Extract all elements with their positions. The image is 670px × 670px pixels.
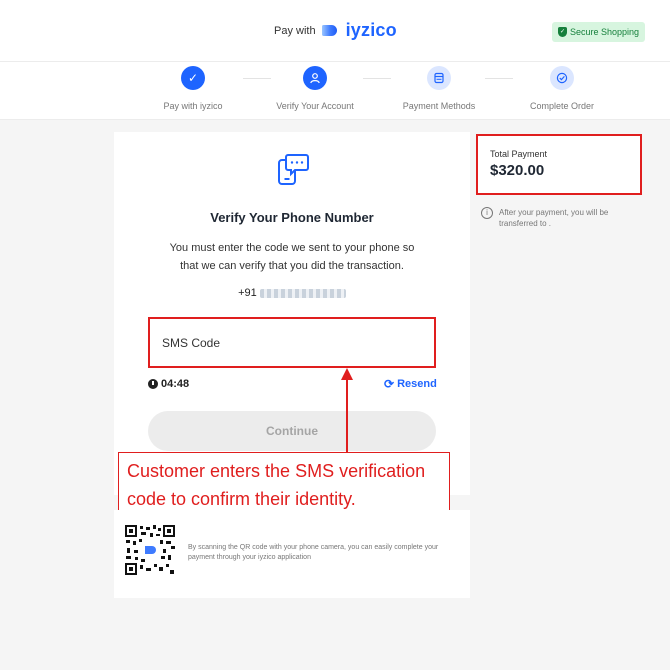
refresh-icon: ⟳	[384, 377, 395, 391]
step-label: Pay with iyzico	[163, 101, 223, 111]
qr-description: By scanning the QR code with your phone …	[188, 544, 439, 561]
step-label: Complete Order	[529, 101, 595, 111]
check-icon: ✓	[181, 66, 205, 90]
user-icon	[303, 66, 327, 90]
annotation-callout: Customer enters the SMS verification cod…	[118, 452, 450, 514]
redirect-info: i After your payment, you will be transf…	[481, 207, 641, 229]
sms-code-input[interactable]	[148, 317, 436, 368]
step-label: Verify Your Account	[276, 101, 354, 111]
annotation-arrow	[341, 368, 353, 458]
qr-card: By scanning the QR code with your phone …	[114, 510, 470, 598]
step-payment-methods: Payment Methods	[384, 66, 494, 111]
check-circle-icon	[550, 66, 574, 90]
total-payment-amount: $320.00	[490, 162, 545, 179]
info-icon: i	[481, 207, 493, 219]
secure-shopping-badge: ✓ Secure Shopping	[552, 22, 646, 42]
checkout-stepper: ✓ Pay with iyzico Verify Your Account Pa…	[0, 62, 670, 120]
clock-icon	[148, 379, 158, 389]
resend-label: Resend	[397, 378, 437, 390]
phone-number: +91	[114, 287, 470, 299]
step-verify-account: Verify Your Account	[260, 66, 370, 111]
total-payment-label: Total Payment	[490, 149, 548, 159]
qr-code	[125, 525, 175, 575]
total-payment-box: Total Payment $320.00	[476, 134, 642, 195]
brand-prefix: Pay with	[274, 24, 316, 37]
verify-title: Verify Your Phone Number	[210, 210, 374, 225]
shield-icon: ✓	[558, 27, 567, 37]
brand-logo: Pay with iyzico	[274, 20, 397, 41]
header: Pay with iyzico ✓ Secure Shopping	[0, 0, 670, 62]
iyzico-logo-icon	[321, 24, 340, 37]
phone-prefix: +91	[238, 287, 257, 299]
card-icon	[427, 66, 451, 90]
step-label: Payment Methods	[402, 101, 476, 111]
redirect-info-text: After your payment, you will be transfer…	[499, 208, 609, 228]
timer-value: 04:48	[161, 378, 190, 390]
step-pay-with-iyzico: ✓ Pay with iyzico	[138, 66, 248, 111]
masked-phone-digits	[259, 288, 346, 298]
phone-message-icon	[278, 154, 309, 185]
brand-name: iyzico	[345, 20, 397, 40]
continue-button[interactable]: Continue	[148, 411, 436, 451]
step-complete-order: Complete Order	[507, 66, 617, 111]
verify-description: You must enter the code we sent to your …	[169, 242, 415, 272]
resend-button[interactable]: ⟳ Resend	[384, 377, 437, 391]
secure-shopping-label: Secure Shopping	[570, 27, 640, 37]
countdown-timer: 04:48	[148, 378, 189, 390]
